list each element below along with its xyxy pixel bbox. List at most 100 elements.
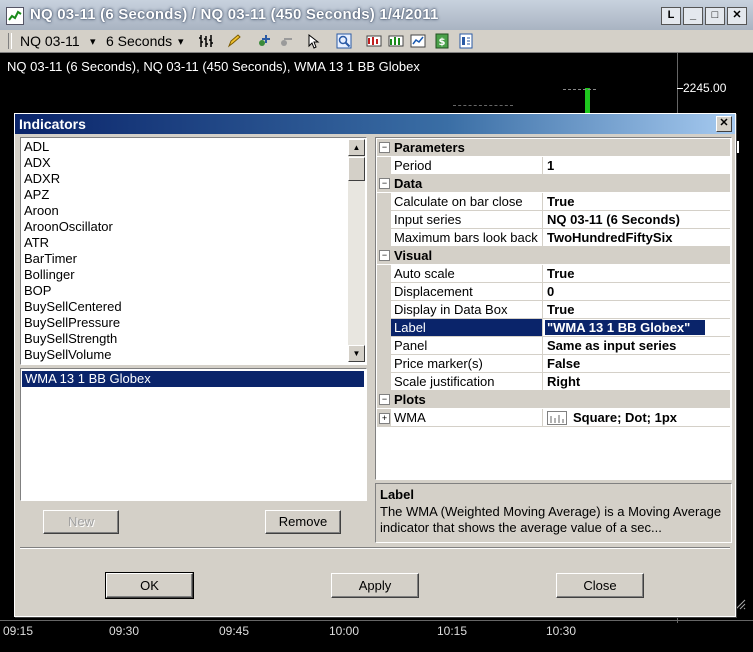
window-titlebar[interactable]: NQ 03-11 (6 Seconds) / NQ 03-11 (450 Sec… [0,0,753,31]
property-name: Price marker(s) [394,356,483,371]
apply-button[interactable]: Apply [331,573,419,598]
category-visual[interactable]: − Visual [377,247,730,264]
scroll-up-icon[interactable]: ▲ [348,139,365,156]
property-value[interactable]: TwoHundredFiftySix [547,230,672,245]
property-name: Displacement [394,284,473,299]
pointer-icon[interactable] [306,33,322,49]
property-value[interactable]: 0 [547,284,554,299]
list-item[interactable]: ADX [24,155,51,170]
property-row-maximum-bars-look-back[interactable]: Maximum bars look back TwoHundredFiftySi… [377,229,730,247]
category-data[interactable]: − Data [377,175,730,192]
row-gutter [377,283,391,300]
property-row-auto-scale[interactable]: Auto scale True [377,265,730,283]
indicators-dialog: Indicators ✕ ADL ADX ADXR APZ Aroon Aroo… [14,113,736,617]
property-value[interactable]: Right [547,374,580,389]
collapse-icon[interactable]: − [379,250,390,261]
row-gutter [377,265,391,282]
interval-dropdown-icon[interactable]: ▾ [178,35,184,48]
dollar-icon[interactable]: $ [434,33,450,49]
property-row-display-in-data-box[interactable]: Display in Data Box True [377,301,730,319]
list-item[interactable]: BuySellVolume [24,347,111,362]
category-parameters[interactable]: − Parameters [377,139,730,156]
pencil-icon[interactable] [226,33,242,49]
bar-type-icon[interactable] [198,33,214,49]
category-plots[interactable]: − Plots [377,391,730,408]
property-row-panel[interactable]: Panel Same as input series [377,337,730,355]
zoom-icon[interactable] [336,33,352,49]
list-item[interactable]: Bollinger [24,267,75,282]
property-value[interactable]: True [547,302,574,317]
property-value[interactable]: NQ 03-11 (6 Seconds) [547,212,680,227]
property-value[interactable]: True [547,266,574,281]
list-item[interactable]: ADXR [24,171,60,186]
column-divider [542,319,543,336]
property-value[interactable]: Square; Dot; 1px [573,410,677,425]
strategies-icon[interactable] [366,33,382,49]
interval-selector[interactable]: 6 Seconds [106,33,172,49]
collapse-icon[interactable]: − [379,394,390,405]
window-l-button[interactable]: L [661,7,681,25]
applied-item-selected[interactable]: WMA 13 1 BB Globex [22,371,364,387]
collapse-icon[interactable]: − [379,178,390,189]
list-item[interactable]: AroonOscillator [24,219,113,234]
price-axis-label: 2245.00 [683,81,727,95]
time-tick-label: 10:30 [546,624,577,638]
available-indicators-list[interactable]: ADL ADX ADXR APZ Aroon AroonOscillator A… [20,137,367,365]
instrument-dropdown-icon[interactable]: ▾ [90,35,96,48]
label-value-field[interactable]: "WMA 13 1 BB Globex" [547,320,690,335]
instrument-selector[interactable]: NQ 03-11 [20,33,80,49]
remove-button[interactable]: Remove [265,510,341,534]
indicators-icon[interactable] [388,33,404,49]
list-scrollbar[interactable]: ▲ ▼ [348,139,365,362]
window-minimize-button[interactable]: _ [683,7,703,25]
property-value[interactable]: 1 [547,158,554,173]
window-close-button[interactable]: ✕ [727,7,747,25]
applied-indicators-list[interactable]: WMA 13 1 BB Globex [20,368,367,501]
chart-style-icon[interactable] [410,33,426,49]
property-row-price-markers[interactable]: Price marker(s) False [377,355,730,373]
crosshair-remove-icon[interactable] [278,33,294,49]
property-row-scale-justification[interactable]: Scale justification Right [377,373,730,391]
row-gutter: + [377,409,391,426]
list-item[interactable]: BarTimer [24,251,77,266]
column-divider [542,211,543,228]
list-item[interactable]: BuySellCentered [24,299,122,314]
properties-icon[interactable] [458,33,474,49]
bar-range-marker [563,89,596,90]
close-button[interactable]: Close [556,573,644,598]
property-row-wma-plot[interactable]: + WMA Square; Dot; 1px [377,409,730,427]
list-item[interactable]: APZ [24,187,49,202]
column-divider [542,337,543,354]
dialog-separator [20,547,730,549]
list-item[interactable]: ADL [24,139,49,154]
expand-icon[interactable]: + [379,413,390,424]
dialog-titlebar[interactable]: Indicators ✕ [15,114,735,134]
property-name: Panel [394,338,428,353]
list-item[interactable]: ATR [24,235,49,250]
chart-toolbar: NQ 03-11 ▾ 6 Seconds ▾ $ [0,30,753,53]
list-item[interactable]: BuySellStrength [24,331,117,346]
dialog-close-button[interactable]: ✕ [716,116,732,132]
property-grid[interactable]: − Parameters Period 1 − Data Calculate o… [375,137,732,480]
property-value[interactable]: True [547,194,574,209]
property-row-displacement[interactable]: Displacement 0 [377,283,730,301]
time-tick-label: 09:30 [109,624,140,638]
property-row-period[interactable]: Period 1 [377,157,730,175]
list-item[interactable]: BuySellPressure [24,315,120,330]
crosshair-add-icon[interactable] [256,33,272,49]
scroll-thumb[interactable] [348,157,365,181]
window-maximize-button[interactable]: □ [705,7,725,25]
ok-button[interactable]: OK [105,572,194,599]
property-value[interactable]: False [547,356,580,371]
list-item[interactable]: Aroon [24,203,59,218]
property-row-calculate-on-bar-close[interactable]: Calculate on bar close True [377,193,730,211]
collapse-icon[interactable]: − [379,142,390,153]
property-row-label[interactable]: Label "WMA 13 1 BB Globex" [377,319,730,337]
column-divider [542,229,543,246]
property-row-input-series[interactable]: Input series NQ 03-11 (6 Seconds) [377,211,730,229]
property-value[interactable]: Same as input series [547,338,676,353]
scroll-down-icon[interactable]: ▼ [348,345,365,362]
property-name: Scale justification [394,374,495,389]
list-item[interactable]: BOP [24,283,51,298]
new-button[interactable]: New [43,510,119,534]
